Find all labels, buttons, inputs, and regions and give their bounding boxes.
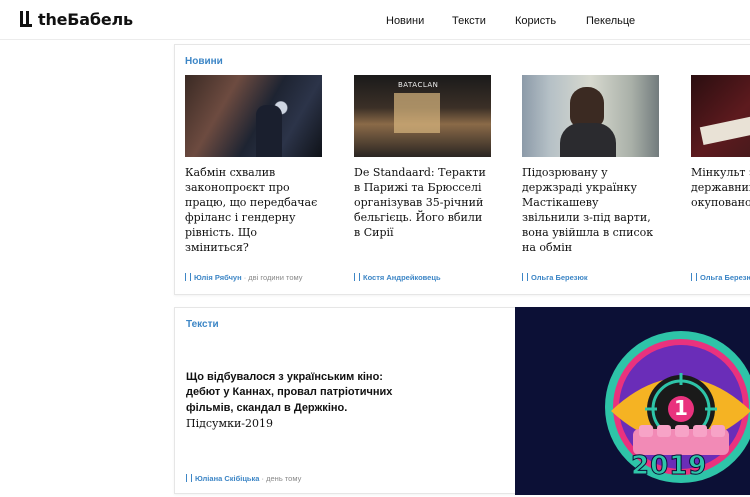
poster-number: 1 (674, 396, 688, 420)
news-author[interactable]: Ольга Березюк (531, 273, 588, 282)
news-meta: Ольга Березюк (522, 273, 588, 282)
site-header: theБабель Новини Тексти Користь Пекельце (0, 0, 750, 40)
news-item[interactable]: Кабмін схвалив законопроєкт про працю, щ… (185, 75, 322, 255)
author-icon (522, 273, 528, 281)
news-title[interactable]: De Standaard: Теракти в Парижі та Брюссе… (354, 165, 491, 240)
news-item[interactable]: Підозрювану у держзраді українку Мастіка… (522, 75, 659, 255)
news-author[interactable]: Юлія Рябчун (194, 273, 242, 282)
news-thumbnail[interactable] (354, 75, 491, 157)
author-icon (354, 273, 360, 281)
texts-headline-subtitle[interactable]: Підсумки-2019 (186, 417, 273, 430)
texts-time: · день тому (259, 474, 302, 483)
news-section: Новини Кабмін схвалив законопроєкт про п… (174, 44, 750, 295)
author-icon (186, 474, 192, 482)
texts-section: Тексти Що відбувалося з українським кіно… (174, 307, 750, 495)
news-thumbnail[interactable] (691, 75, 750, 157)
news-thumbnail[interactable] (522, 75, 659, 157)
nav-item-useful[interactable]: Користь (515, 15, 556, 27)
news-meta: Ольга Березюк (691, 273, 750, 282)
texts-section-label[interactable]: Тексти (186, 319, 219, 330)
logo-icon (20, 10, 34, 29)
texts-headline[interactable]: Що відбувалося з українським кіно: дебют… (186, 370, 406, 432)
nav-item-texts[interactable]: Тексти (452, 15, 486, 27)
texts-poster-image[interactable]: 1 2019 (515, 307, 750, 495)
news-section-label[interactable]: Новини (185, 56, 223, 67)
author-icon (691, 273, 697, 281)
site-logo[interactable]: theБабель (20, 10, 133, 29)
news-meta: Костя Андрейковець (354, 273, 441, 282)
nav-item-news[interactable]: Новини (386, 15, 424, 27)
logo-text: theБабель (38, 10, 133, 29)
news-item[interactable]: De Standaard: Теракти в Парижі та Брюссе… (354, 75, 491, 240)
news-item[interactable]: Мінкульт за державний для тимча окупован… (691, 75, 750, 210)
news-title[interactable]: Кабмін схвалив законопроєкт про працю, щ… (185, 165, 322, 255)
texts-meta: Юліана Скібіцька · день тому (186, 474, 301, 483)
texts-headline-title[interactable]: Що відбувалося з українським кіно: дебют… (186, 371, 392, 414)
news-author[interactable]: Ольга Березюк (700, 273, 750, 282)
author-icon (185, 273, 191, 281)
news-meta: Юлія Рябчун · дві години тому (185, 273, 303, 282)
nav-item-hell[interactable]: Пекельце (586, 15, 635, 27)
news-title[interactable]: Мінкульт за державний для тимча окупован… (691, 165, 750, 210)
news-time: · дві години тому (241, 273, 303, 282)
texts-author[interactable]: Юліана Скібіцька (195, 474, 259, 483)
news-thumbnail[interactable] (185, 75, 322, 157)
news-author[interactable]: Костя Андрейковець (363, 273, 441, 282)
poster-year: 2019 (630, 451, 708, 482)
news-title[interactable]: Підозрювану у держзраді українку Мастіка… (522, 165, 659, 255)
